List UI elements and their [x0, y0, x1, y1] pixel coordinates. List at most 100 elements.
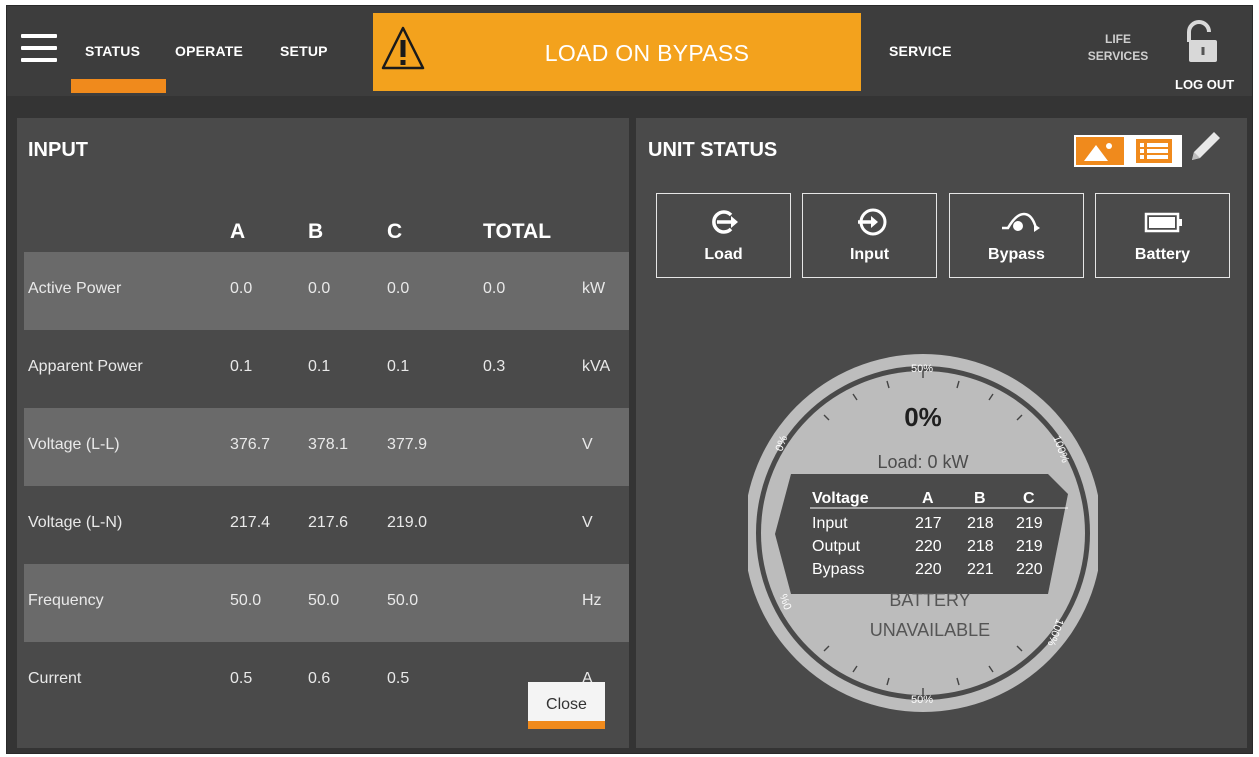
- column-header-total: TOTAL: [483, 220, 552, 243]
- table-row: Voltage (L-L) 376.7 378.1 377.9 V: [24, 408, 629, 486]
- diagram-view-button[interactable]: [1076, 137, 1124, 165]
- phase-b-value: 378.1: [308, 436, 349, 453]
- menu-icon[interactable]: [21, 33, 57, 63]
- phase-c-value: 0.5: [387, 670, 410, 687]
- life-services-line1: LIFE: [1105, 32, 1131, 46]
- scale-top-label: 50%: [911, 363, 933, 375]
- voltage-col-b: B: [974, 490, 986, 507]
- row-label: Voltage (L-N): [28, 514, 123, 531]
- phase-a-value: 50.0: [230, 592, 262, 609]
- life-services-line2: SERVICES: [1087, 49, 1149, 63]
- row-label: Current: [28, 670, 82, 687]
- input-panel-title: INPUT: [28, 139, 88, 161]
- active-tab-indicator: [71, 79, 166, 93]
- bypass-arc-icon: [1002, 212, 1040, 232]
- input-tile-label: Input: [849, 246, 890, 263]
- phase-c-value: 0.0: [387, 280, 410, 297]
- load-arrow-icon: [712, 210, 738, 234]
- phase-b-value: 0.1: [308, 358, 331, 375]
- row-label: Apparent Power: [28, 358, 143, 375]
- voltage-value: 219: [1016, 538, 1043, 555]
- tab-status[interactable]: STATUS: [85, 43, 140, 59]
- voltage-value: 220: [915, 561, 942, 578]
- battery-status-line1: BATTERY: [889, 590, 970, 610]
- tab-setup[interactable]: SETUP: [280, 43, 328, 59]
- row-label: Frequency: [28, 592, 104, 609]
- phase-a-value: 0.5: [230, 670, 253, 687]
- input-arrow-icon: [858, 208, 887, 236]
- phase-b-value: 0.0: [308, 280, 331, 297]
- voltage-value: 219: [1016, 515, 1043, 532]
- load-tile-label: Load: [704, 246, 743, 263]
- battery-tile[interactable]: Battery: [1095, 193, 1230, 278]
- list-view-icon[interactable]: [1130, 138, 1178, 164]
- phase-c-value: 219.0: [387, 514, 428, 531]
- load-kw: Load: 0 kW: [877, 452, 968, 472]
- voltage-col-a: A: [922, 490, 934, 507]
- unit-label: kVA: [582, 358, 611, 375]
- voltage-row-label: Input: [812, 515, 848, 532]
- phase-a-value: 217.4: [230, 514, 271, 531]
- voltage-value: 220: [915, 538, 942, 555]
- top-bar: STATUS OPERATE SETUP LOAD ON BYPASS SERV…: [7, 6, 1252, 96]
- logout-button[interactable]: LOG OUT: [1175, 77, 1234, 92]
- alarm-text: LOAD ON BYPASS: [544, 40, 750, 66]
- phase-a-value: 0.1: [230, 358, 253, 375]
- voltage-value: 221: [967, 561, 994, 578]
- unit-label: V: [582, 436, 593, 453]
- voltage-row-label: Bypass: [812, 561, 864, 578]
- voltage-value: 218: [967, 538, 994, 555]
- diagram-view-icon: [1084, 143, 1112, 161]
- voltage-value: 217: [915, 515, 942, 532]
- load-percent: 0%: [904, 402, 942, 432]
- unit-label: Hz: [582, 592, 602, 609]
- close-button[interactable]: Close: [528, 682, 605, 729]
- unit-label: V: [582, 514, 593, 531]
- phase-a-value: 0.0: [230, 280, 253, 297]
- battery-tile-label: Battery: [1134, 246, 1191, 263]
- voltage-value: 220: [1016, 561, 1043, 578]
- total-value: 0.3: [483, 358, 506, 375]
- unlocked-padlock-icon[interactable]: [1183, 18, 1219, 64]
- voltage-header: Voltage: [812, 490, 869, 507]
- battery-status-line2: UNAVAILABLE: [870, 620, 990, 640]
- view-toggle[interactable]: [1074, 135, 1182, 167]
- phase-b-value: 217.6: [308, 514, 349, 531]
- table-row: Voltage (L-N) 217.4 217.6 219.0 V: [24, 486, 629, 564]
- load-gauge: 50% 50% 0% 100% 0% 100% 0% Load: 0 kW Vo…: [748, 354, 1098, 712]
- table-row: Active Power 0.0 0.0 0.0 0.0 kW: [24, 252, 629, 330]
- column-header-a: A: [230, 220, 246, 243]
- input-panel: INPUT A B C TOTAL Active Power 0.0 0.0 0…: [17, 118, 629, 748]
- phase-c-value: 50.0: [387, 592, 419, 609]
- input-tile[interactable]: Input: [802, 193, 937, 278]
- unit-status-title: UNIT STATUS: [648, 139, 778, 161]
- unit-label: kW: [582, 280, 606, 297]
- voltage-col-c: C: [1023, 490, 1035, 507]
- load-tile[interactable]: Load: [656, 193, 791, 278]
- phase-c-value: 0.1: [387, 358, 410, 375]
- bypass-tile[interactable]: Bypass: [949, 193, 1084, 278]
- scale-bottom-label: 50%: [911, 694, 933, 706]
- phase-c-value: 377.9: [387, 436, 428, 453]
- bypass-tile-label: Bypass: [988, 246, 1045, 263]
- alarm-banner[interactable]: LOAD ON BYPASS: [373, 13, 861, 91]
- row-label: Active Power: [28, 280, 122, 297]
- life-services-button[interactable]: LIFE SERVICES: [1085, 31, 1151, 65]
- row-label: Voltage (L-L): [28, 436, 120, 453]
- battery-icon: [1144, 212, 1182, 233]
- tab-service[interactable]: SERVICE: [889, 43, 952, 59]
- phase-a-value: 376.7: [230, 436, 271, 453]
- phase-b-value: 0.6: [308, 670, 331, 687]
- voltage-value: 218: [967, 515, 994, 532]
- voltage-row-label: Output: [812, 538, 861, 555]
- pencil-edit-icon[interactable]: [1186, 128, 1222, 166]
- table-row: Apparent Power 0.1 0.1 0.1 0.3 kVA: [24, 330, 629, 408]
- column-header-b: B: [308, 220, 324, 243]
- table-row: Frequency 50.0 50.0 50.0 Hz: [24, 564, 629, 642]
- ups-app-window: STATUS OPERATE SETUP LOAD ON BYPASS SERV…: [6, 5, 1253, 754]
- total-value: 0.0: [483, 280, 506, 297]
- column-header-c: C: [387, 220, 403, 243]
- phase-b-value: 50.0: [308, 592, 340, 609]
- unit-status-panel: UNIT STATUS Load Input Bypass Battery 50…: [636, 118, 1247, 748]
- tab-operate[interactable]: OPERATE: [175, 43, 243, 59]
